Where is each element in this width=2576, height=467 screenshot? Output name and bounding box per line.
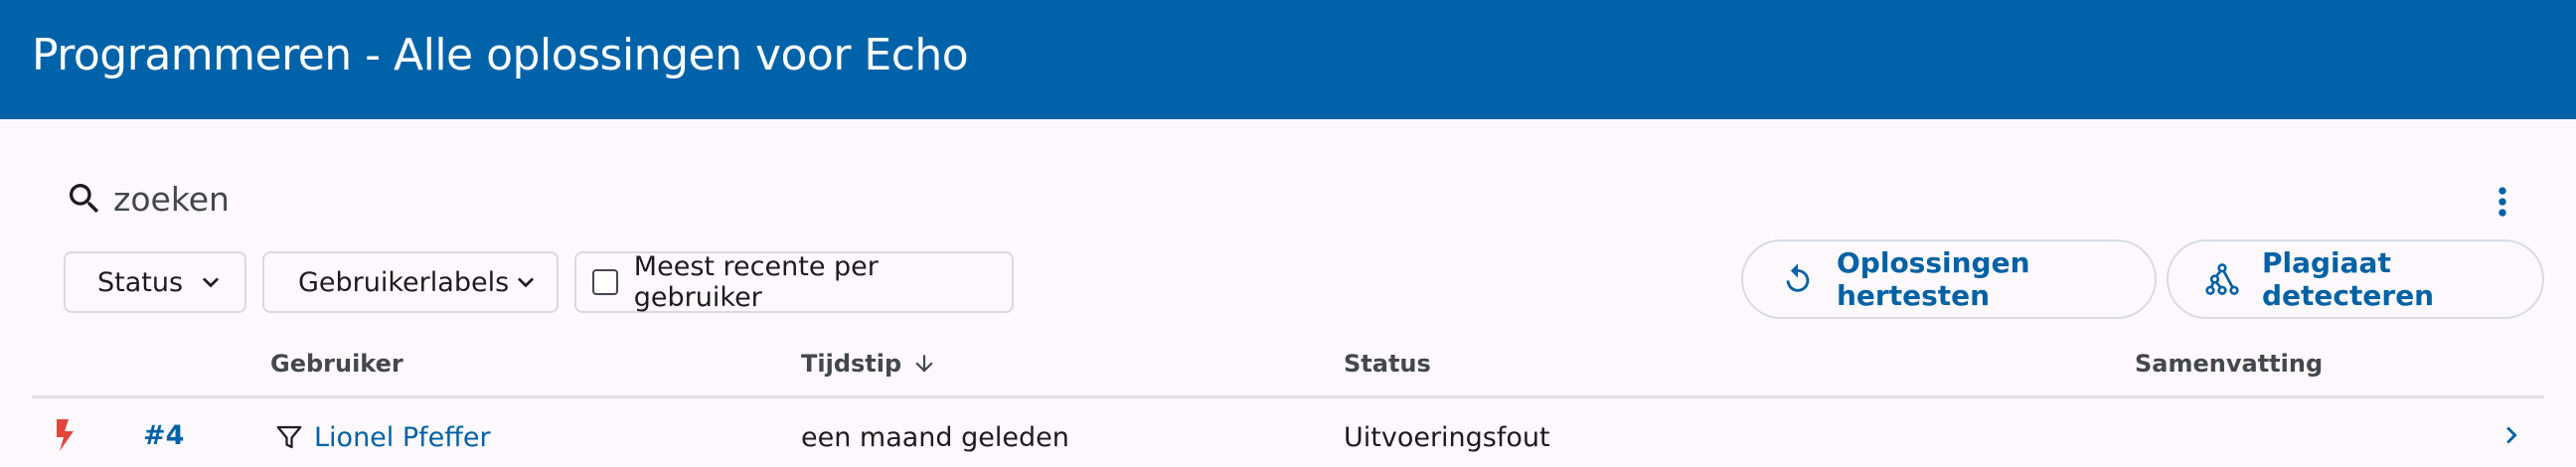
more-options-button[interactable] bbox=[2475, 174, 2530, 230]
column-header-status: Status bbox=[1344, 350, 1431, 378]
detect-plagiarism-label: Plagiaat detecteren bbox=[2262, 246, 2435, 312]
table-row[interactable]: #4 Lionel Pfeffer een maand geleden Uitv… bbox=[32, 398, 2544, 467]
submission-id-link[interactable]: #4 bbox=[143, 420, 184, 451]
filter-icon[interactable] bbox=[274, 422, 304, 459]
chevron-down-icon bbox=[191, 262, 231, 302]
most-recent-per-user-filter[interactable]: Meest recente per gebruiker bbox=[574, 251, 1014, 313]
page-title: Programmeren - Alle oplossingen voor Ech… bbox=[32, 30, 969, 80]
app-header: Programmeren - Alle oplossingen voor Ech… bbox=[0, 0, 2576, 119]
submission-time: een maand geleden bbox=[801, 422, 1069, 453]
most-recent-checkbox[interactable] bbox=[592, 269, 618, 295]
column-header-user: Gebruiker bbox=[270, 350, 403, 378]
graph-network-icon bbox=[2204, 261, 2240, 297]
user-labels-filter-label: Gebruikerlabels bbox=[298, 266, 510, 298]
most-recent-label: Meest recente per gebruiker bbox=[633, 251, 879, 313]
search-icon bbox=[62, 176, 107, 222]
chevron-down-icon bbox=[509, 262, 543, 302]
submission-status: Uitvoeringsfout bbox=[1344, 422, 1550, 453]
column-header-time-label: Tijdstip bbox=[801, 350, 902, 378]
search-input[interactable] bbox=[113, 179, 809, 219]
bolt-icon bbox=[54, 418, 76, 459]
status-filter-label: Status bbox=[97, 266, 184, 298]
retest-solutions-label: Oplossingen hertesten bbox=[1837, 246, 2030, 312]
chevron-right-icon[interactable] bbox=[2495, 418, 2528, 459]
user-labels-filter-dropdown[interactable]: Gebruikerlabels bbox=[262, 251, 559, 313]
column-header-time[interactable]: Tijdstip bbox=[801, 350, 937, 378]
arrow-down-icon bbox=[911, 351, 937, 377]
column-header-summary: Samenvatting bbox=[2135, 350, 2324, 378]
status-filter-dropdown[interactable]: Status bbox=[64, 251, 246, 313]
restart-icon bbox=[1781, 261, 1815, 297]
retest-solutions-button[interactable]: Oplossingen hertesten bbox=[1741, 239, 2157, 319]
more-vert-icon bbox=[2498, 187, 2506, 217]
detect-plagiarism-button[interactable]: Plagiaat detecteren bbox=[2167, 239, 2544, 319]
user-name-link[interactable]: Lionel Pfeffer bbox=[314, 422, 491, 453]
search-bar[interactable] bbox=[62, 171, 809, 227]
